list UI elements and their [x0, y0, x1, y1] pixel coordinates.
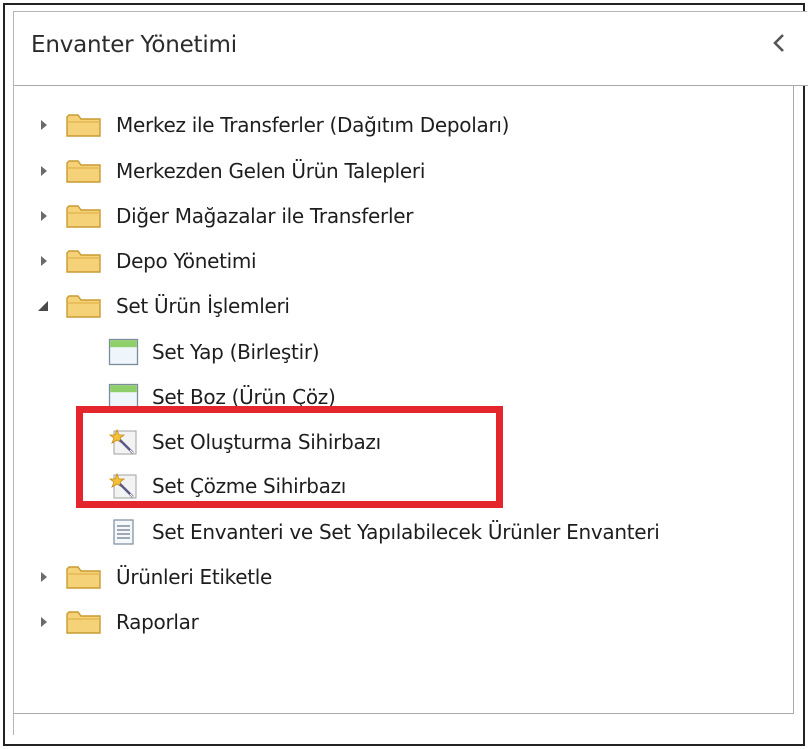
tree-node-label: Set Boz (Ürün Çöz)	[152, 385, 336, 409]
navigation-panel: Envanter Yönetimi Merkez ile Transferler…	[13, 11, 808, 735]
tree-view: Merkez ile Transferler (Dağıtım Depoları…	[14, 86, 794, 714]
tree-node-label: Set Çözme Sihirbazı	[152, 474, 347, 498]
expand-arrow-icon[interactable]	[38, 165, 50, 177]
panel-header: Envanter Yönetimi	[14, 12, 808, 86]
tree-node-set-olusturma-sihirbazi[interactable]: Set Oluşturma Sihirbazı	[108, 427, 381, 457]
tree-node-diger-magazalar[interactable]: Diğer Mağazalar ile Transferler	[66, 201, 413, 231]
tree-node-label: Raporlar	[116, 610, 199, 634]
expand-arrow-icon[interactable]	[38, 210, 50, 222]
tree-node-urunleri-etiketle[interactable]: Ürünleri Etiketle	[66, 562, 272, 592]
tree-node-label: Depo Yönetimi	[116, 249, 257, 273]
form-window-icon	[108, 383, 139, 411]
tree-node-merkez-transferler[interactable]: Merkez ile Transferler (Dağıtım Depoları…	[66, 110, 509, 140]
folder-icon	[66, 160, 101, 183]
folder-icon	[66, 250, 101, 273]
tree-node-depo-yonetimi[interactable]: Depo Yönetimi	[66, 246, 257, 276]
folder-icon	[66, 566, 101, 589]
tree-node-label: Set Envanteri ve Set Yapılabilecek Ürünl…	[152, 520, 660, 544]
tree-node-set-cozme-sihirbazi[interactable]: Set Çözme Sihirbazı	[108, 471, 346, 501]
expand-arrow-icon[interactable]	[38, 616, 50, 628]
tree-node-label: Set Ürün İşlemleri	[116, 294, 290, 318]
tree-node-label: Set Oluşturma Sihirbazı	[152, 430, 381, 454]
collapse-panel-button[interactable]	[764, 28, 794, 58]
form-window-icon	[108, 338, 139, 366]
tree-node-label: Merkez ile Transferler (Dağıtım Depoları…	[116, 113, 510, 137]
tree-node-set-boz[interactable]: Set Boz (Ürün Çöz)	[108, 382, 336, 412]
magic-wand-icon	[108, 428, 137, 455]
folder-icon	[66, 611, 101, 634]
tree-node-set-yap[interactable]: Set Yap (Birleştir)	[108, 337, 320, 367]
magic-wand-icon	[108, 472, 137, 499]
expand-arrow-icon[interactable]	[38, 119, 50, 131]
tree-node-merkezden-gelen[interactable]: Merkezden Gelen Ürün Talepleri	[66, 156, 425, 186]
folder-icon	[66, 114, 101, 137]
chevron-left-icon	[773, 34, 784, 52]
expand-arrow-icon[interactable]	[38, 255, 50, 267]
tree-node-raporlar[interactable]: Raporlar	[66, 607, 199, 637]
folder-icon	[66, 205, 101, 228]
panel-title: Envanter Yönetimi	[31, 32, 237, 58]
tree-node-label: Diğer Mağazalar ile Transferler	[116, 204, 414, 228]
report-list-icon	[113, 519, 134, 545]
folder-icon	[66, 295, 101, 318]
tree-node-set-envanteri[interactable]: Set Envanteri ve Set Yapılabilecek Ürünl…	[108, 517, 660, 547]
expand-arrow-icon[interactable]	[38, 571, 50, 583]
tree-node-set-urun-islemleri[interactable]: Set Ürün İşlemleri	[66, 291, 290, 321]
tree-node-label: Set Yap (Birleştir)	[152, 340, 320, 364]
tree-node-label: Merkezden Gelen Ürün Talepleri	[116, 159, 426, 183]
collapse-arrow-icon[interactable]	[37, 300, 49, 312]
tree-node-label: Ürünleri Etiketle	[116, 565, 273, 589]
